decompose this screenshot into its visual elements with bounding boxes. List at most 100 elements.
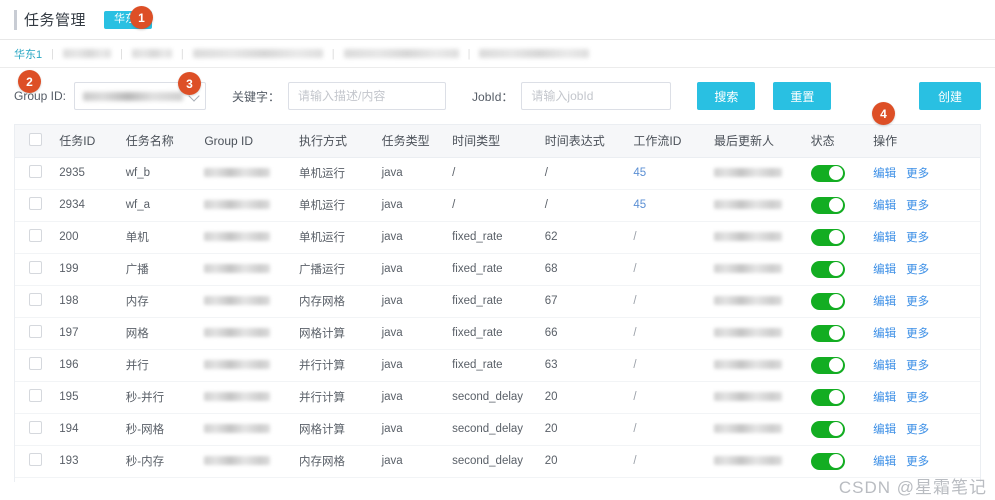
row-checkbox[interactable] xyxy=(29,229,42,242)
cell-workflow-id[interactable]: 45 xyxy=(629,157,710,190)
cell-last-updater xyxy=(709,349,807,382)
column-header-last-updater[interactable]: 最后更新人 xyxy=(709,125,807,158)
cell-last-updater xyxy=(709,445,807,478)
edit-link[interactable]: 编辑 xyxy=(873,168,896,180)
cell-operations: 编辑 更多 xyxy=(869,317,980,350)
status-toggle[interactable] xyxy=(810,196,845,214)
toggle-knob xyxy=(829,326,844,340)
cell-workflow-id[interactable]: 45 xyxy=(629,189,710,222)
breadcrumb-item-redacted[interactable] xyxy=(131,49,172,58)
column-header-task-name[interactable]: 任务名称 xyxy=(121,125,201,158)
status-toggle[interactable] xyxy=(810,356,845,374)
status-toggle[interactable] xyxy=(810,420,845,438)
more-link[interactable]: 更多 xyxy=(906,328,929,340)
edit-link[interactable]: 编辑 xyxy=(873,264,896,276)
cell-operations: 编辑 更多 xyxy=(869,253,980,286)
edit-link[interactable]: 编辑 xyxy=(873,424,896,436)
column-header-workflow-id[interactable]: 工作流ID xyxy=(629,125,710,158)
redacted-updater xyxy=(713,232,782,242)
cell-operations: 编辑 更多 xyxy=(869,381,980,414)
status-toggle[interactable] xyxy=(810,292,845,310)
column-header-status[interactable]: 状态 xyxy=(806,125,870,158)
column-header-exec-mode[interactable]: 执行方式 xyxy=(294,125,378,158)
row-checkbox[interactable] xyxy=(29,197,42,210)
create-button[interactable]: 创建 xyxy=(919,82,981,110)
row-checkbox[interactable] xyxy=(29,261,42,274)
cell-last-updater xyxy=(709,413,807,446)
breadcrumb-item-redacted[interactable] xyxy=(479,49,590,58)
status-toggle[interactable] xyxy=(810,260,845,278)
cell-time-expr: 68 xyxy=(540,253,630,286)
column-header-time-type[interactable]: 时间类型 xyxy=(448,125,541,158)
more-link[interactable]: 更多 xyxy=(906,392,929,404)
more-link[interactable]: 更多 xyxy=(906,232,929,244)
jobid-label: JobId： xyxy=(472,89,514,104)
row-checkbox[interactable] xyxy=(29,293,42,306)
cell-group-id xyxy=(200,157,295,190)
cell-time-expr: / xyxy=(540,189,630,222)
column-header-time-expr[interactable]: 时间表达式 xyxy=(540,125,630,158)
cell-status xyxy=(806,189,870,222)
cell-time-expr: 20 xyxy=(540,413,630,446)
row-checkbox[interactable] xyxy=(29,389,42,402)
more-link[interactable]: 更多 xyxy=(906,296,929,308)
more-link[interactable]: 更多 xyxy=(906,264,929,276)
more-link[interactable]: 更多 xyxy=(906,424,929,436)
edit-link[interactable]: 编辑 xyxy=(873,200,896,212)
jobid-input[interactable] xyxy=(521,82,672,110)
status-toggle[interactable] xyxy=(810,452,845,470)
cell-task-name: wf_a xyxy=(121,189,201,222)
cell-task-id: 195 xyxy=(55,381,122,414)
edit-link[interactable]: 编辑 xyxy=(873,392,896,404)
status-toggle[interactable] xyxy=(810,388,845,406)
redacted-group-id xyxy=(204,264,271,274)
cell-group-id xyxy=(200,189,295,222)
column-header-task-type[interactable]: 任务类型 xyxy=(377,125,449,158)
cell-task-id: 197 xyxy=(55,317,122,350)
row-checkbox[interactable] xyxy=(29,453,42,466)
column-header-task-id[interactable]: 任务ID xyxy=(55,125,122,158)
edit-link[interactable]: 编辑 xyxy=(873,232,896,244)
cell-status xyxy=(806,413,870,446)
reset-button[interactable]: 重置 xyxy=(773,82,832,110)
edit-link[interactable]: 编辑 xyxy=(873,456,896,468)
redacted-group-id xyxy=(204,328,271,338)
edit-link[interactable]: 编辑 xyxy=(873,296,896,308)
workflow-id-value: / xyxy=(633,359,637,371)
workflow-id-value[interactable]: 45 xyxy=(633,199,646,211)
search-button[interactable]: 搜索 xyxy=(697,82,756,110)
status-toggle[interactable] xyxy=(810,228,845,246)
breadcrumb-item-redacted[interactable] xyxy=(192,49,323,58)
redacted-updater xyxy=(713,264,782,274)
cell-task-id: 2935 xyxy=(55,157,122,190)
breadcrumb-item-redacted[interactable] xyxy=(343,49,459,58)
more-link[interactable]: 更多 xyxy=(906,168,929,180)
row-checkbox[interactable] xyxy=(29,325,42,338)
row-checkbox-cell xyxy=(15,445,56,478)
row-checkbox-cell xyxy=(15,381,56,414)
row-checkbox[interactable] xyxy=(29,421,42,434)
cell-last-updater xyxy=(709,285,807,318)
breadcrumb-item-active[interactable]: 华东1 xyxy=(14,46,42,62)
select-all-checkbox[interactable] xyxy=(29,132,42,146)
status-toggle[interactable] xyxy=(810,164,845,182)
cell-status xyxy=(806,253,870,286)
cell-task-id: 193 xyxy=(55,445,122,478)
more-link[interactable]: 更多 xyxy=(906,200,929,212)
workflow-id-value[interactable]: 45 xyxy=(633,167,646,179)
keyword-input[interactable] xyxy=(288,82,447,110)
row-checkbox[interactable] xyxy=(29,357,42,370)
cell-operations: 编辑 更多 xyxy=(869,285,980,318)
edit-link[interactable]: 编辑 xyxy=(873,328,896,340)
cell-operations: 编辑 更多 xyxy=(869,413,980,446)
toggle-knob xyxy=(829,262,844,276)
more-link[interactable]: 更多 xyxy=(906,456,929,468)
breadcrumb-item-redacted[interactable] xyxy=(62,49,111,58)
workflow-id-value: / xyxy=(633,231,637,243)
status-toggle[interactable] xyxy=(810,324,845,342)
column-header-group-id[interactable]: Group ID xyxy=(200,125,295,158)
edit-link[interactable]: 编辑 xyxy=(873,360,896,372)
row-checkbox[interactable] xyxy=(29,165,42,178)
more-link[interactable]: 更多 xyxy=(906,360,929,372)
step-badge-4: 4 xyxy=(872,102,895,125)
